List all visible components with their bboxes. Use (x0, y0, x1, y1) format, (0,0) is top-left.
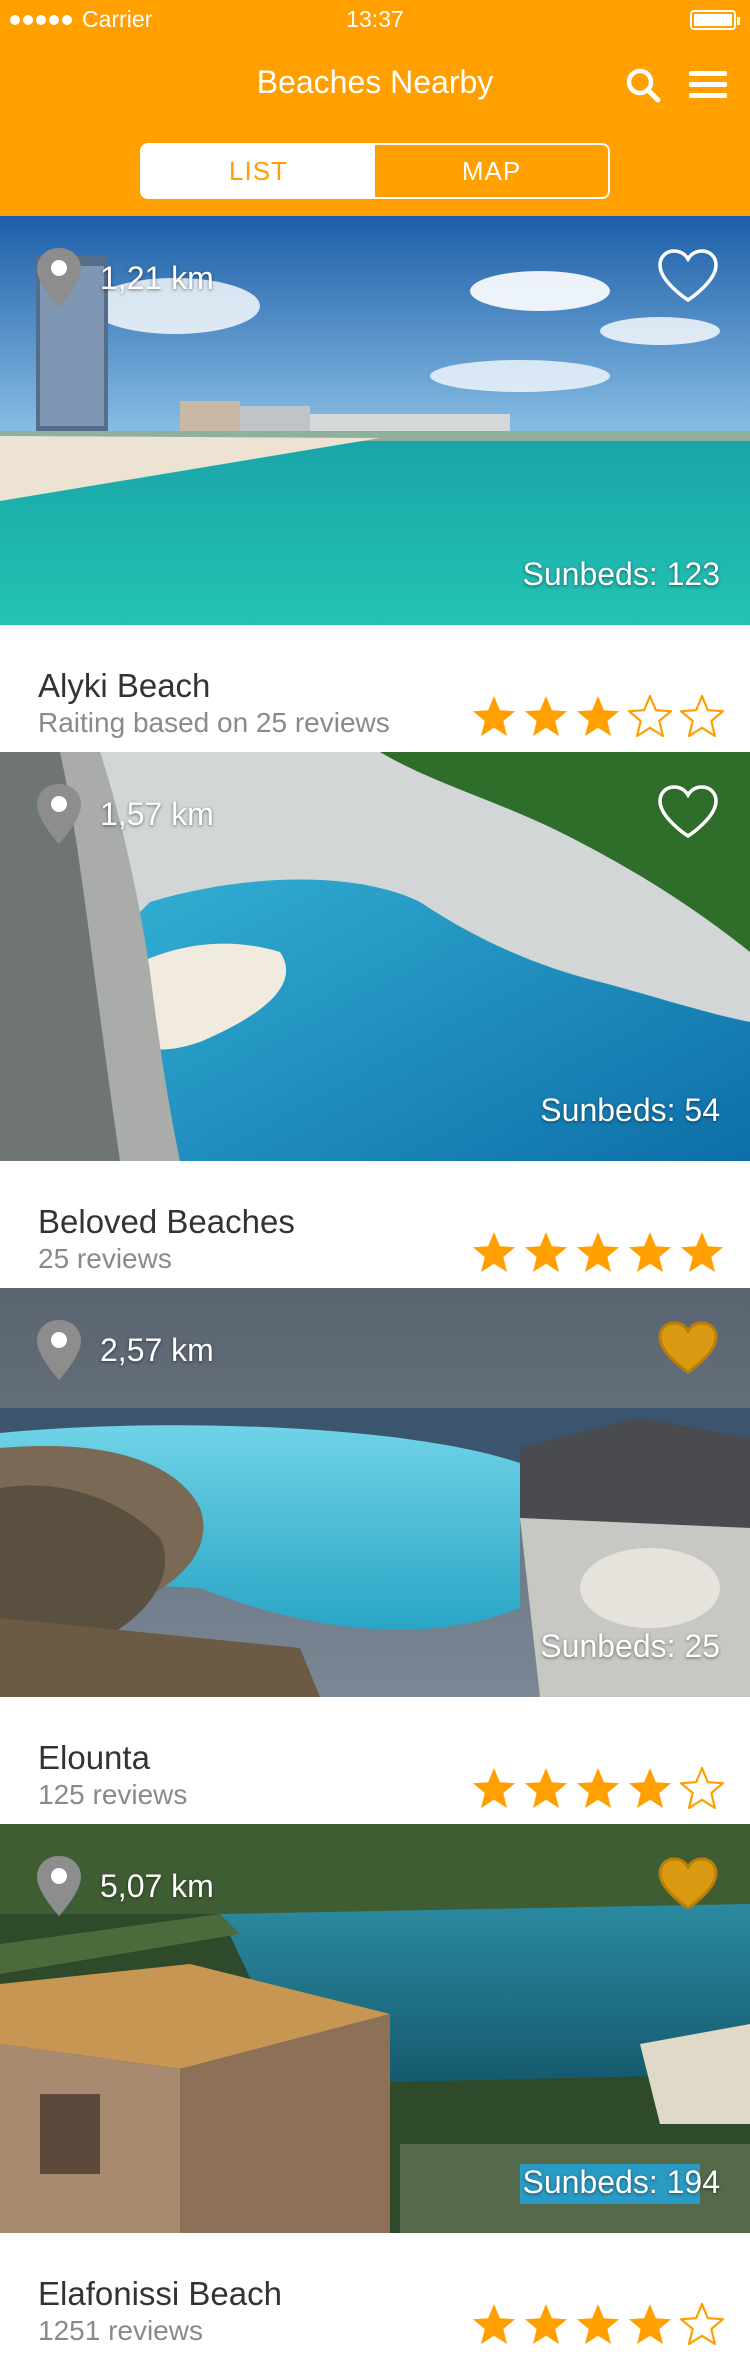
distance-label: 2,57 km (100, 1332, 214, 1368)
star-filled-icon (629, 1768, 671, 1808)
star-rating (470, 2301, 726, 2349)
star-filled-icon (525, 1768, 567, 1808)
star-filled-icon (577, 1768, 619, 1808)
beach-name: Alyki Beach (38, 667, 211, 704)
sunbeds-label: Sunbeds: 25 (540, 1628, 720, 1664)
beach-name: Beloved Beaches (38, 1203, 295, 1240)
beach-card[interactable]: 5,07 km Sunbeds: 194 Elafonissi Beach 12… (0, 1824, 750, 2360)
beach-card[interactable]: 1,57 km Sunbeds: 54 Beloved Beaches 25 r… (0, 752, 750, 1288)
app-header: Carrier 13:37 Beaches Nearby LIST MAP (0, 0, 750, 216)
status-bar: Carrier 13:37 (0, 0, 750, 40)
star-filled-icon (681, 1232, 723, 1272)
star-rating (470, 1765, 726, 1813)
beach-photo: 1,57 km Sunbeds: 54 (0, 752, 750, 1161)
status-time: 13:37 (346, 6, 404, 32)
beach-name: Elounta (38, 1739, 150, 1776)
distance-label: 1,21 km (100, 260, 214, 296)
beach-photo: 1,21 km Sunbeds: 123 (0, 216, 750, 625)
favorite-heart-icon[interactable] (656, 1320, 720, 1376)
location-pin-icon (37, 248, 81, 308)
location-pin-icon (37, 1856, 81, 1916)
beach-card[interactable]: 1,21 km Sunbeds: 123 Alyki Beach Raiting… (0, 216, 750, 752)
location-pin-icon (37, 784, 81, 844)
menu-button[interactable] (686, 66, 730, 106)
location-pin-icon (37, 1320, 81, 1380)
star-rating (470, 1229, 726, 1277)
sunbeds-label: Sunbeds: 54 (540, 1092, 720, 1128)
star-filled-icon (473, 1232, 515, 1272)
star-empty-icon (627, 694, 673, 738)
star-empty-icon (679, 2302, 725, 2346)
favorite-heart-icon[interactable] (656, 1856, 720, 1912)
star-filled-icon (525, 696, 567, 736)
battery-icon (690, 10, 740, 30)
search-icon (626, 68, 661, 103)
sunbeds-label: Sunbeds: 123 (522, 556, 721, 592)
beach-card[interactable]: 2,57 km Sunbeds: 25 Elounta 125 reviews (0, 1288, 750, 1824)
search-button[interactable] (622, 64, 666, 108)
hamburger-menu-icon (689, 71, 727, 76)
star-filled-icon (525, 1232, 567, 1272)
beach-photo: 2,57 km Sunbeds: 25 (0, 1288, 750, 1697)
star-filled-icon (577, 696, 619, 736)
reviews-count: 125 reviews (38, 1779, 188, 1810)
star-filled-icon (473, 1768, 515, 1808)
beach-name: Elafonissi Beach (38, 2275, 282, 2312)
reviews-count: Raiting based on 25 reviews (38, 707, 390, 738)
tab-map[interactable]: MAP (375, 145, 608, 197)
view-toggle: LIST MAP (140, 143, 610, 199)
sunbeds-label: Sunbeds: 194 (522, 2164, 721, 2200)
favorite-heart-icon[interactable] (656, 784, 720, 840)
star-filled-icon (525, 2304, 567, 2344)
star-filled-icon (629, 1232, 671, 1272)
star-filled-icon (473, 696, 515, 736)
star-filled-icon (577, 2304, 619, 2344)
star-empty-icon (679, 1766, 725, 1810)
distance-label: 5,07 km (100, 1868, 214, 1904)
reviews-count: 25 reviews (38, 1243, 172, 1274)
reviews-count: 1251 reviews (38, 2315, 203, 2346)
beach-photo: 5,07 km Sunbeds: 194 (0, 1824, 750, 2233)
star-empty-icon (679, 694, 725, 738)
star-filled-icon (577, 1232, 619, 1272)
star-rating (470, 693, 726, 741)
star-filled-icon (629, 2304, 671, 2344)
favorite-heart-icon[interactable] (656, 248, 720, 304)
distance-label: 1,57 km (100, 796, 214, 832)
star-filled-icon (473, 2304, 515, 2344)
tab-list[interactable]: LIST (142, 145, 375, 197)
